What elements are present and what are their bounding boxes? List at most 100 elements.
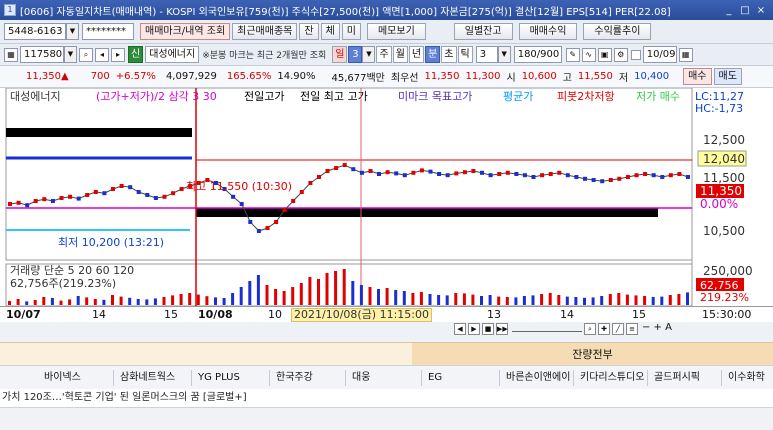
- price-candle: [411, 170, 416, 175]
- date-input[interactable]: 10/09: [642, 46, 677, 63]
- best-bid: 11,300: [465, 71, 501, 82]
- price-candle: [239, 202, 244, 206]
- volume-bar: [514, 297, 518, 305]
- count-input[interactable]: 180/900: [513, 46, 562, 63]
- sell-button[interactable]: 매도: [713, 68, 742, 85]
- prev-next-icon[interactable]: ▸: [111, 47, 125, 62]
- scroll-last-icon[interactable]: ▶▶: [496, 323, 508, 335]
- zoom-slider[interactable]: [512, 326, 582, 332]
- trade-profit-button[interactable]: 매매수익: [518, 23, 578, 40]
- date-checkbox[interactable]: [630, 49, 641, 60]
- period-dropdown-icon[interactable]: ▼: [362, 46, 376, 63]
- trade-mark-button[interactable]: 매매마크/내역 조회: [140, 23, 231, 40]
- quote-bar: 11,350▲ 700 +6.57% 4,097,929 165.65% 14.…: [0, 66, 773, 88]
- zoom-controls[interactable]: − + A: [642, 323, 672, 335]
- scroll-first-icon[interactable]: ◀: [454, 323, 466, 335]
- chart-area[interactable]: 대성에너지 (고가+저가)/2 삼각 3 30 전일고가 전일 최고 고가 미마…: [0, 87, 773, 322]
- code-input[interactable]: 117580: [20, 46, 64, 63]
- period-day-num[interactable]: 3: [348, 46, 363, 63]
- period-tick[interactable]: 틱: [457, 46, 473, 63]
- draw-icon[interactable]: ∿: [581, 47, 596, 62]
- volume-bar: [368, 287, 372, 305]
- close-icon[interactable]: ×: [755, 5, 767, 16]
- price-candle: [308, 181, 313, 185]
- stop-icon[interactable]: ■: [482, 323, 494, 335]
- ticker-item[interactable]: 대웅: [348, 370, 422, 386]
- account-input[interactable]: 5448-6163: [4, 23, 66, 40]
- ticker-item[interactable]: 바이넥스: [40, 370, 114, 386]
- balance-button[interactable]: 잔: [299, 23, 319, 40]
- price-candle: [68, 194, 73, 199]
- balance-tab[interactable]: 잔량전부: [412, 343, 773, 366]
- price-candle: [342, 163, 347, 167]
- period-second[interactable]: 초: [441, 46, 457, 63]
- price-candle: [274, 220, 279, 224]
- crosshair-icon[interactable]: ✚: [598, 323, 610, 335]
- volume-bar: [488, 295, 492, 305]
- draw-line-icon[interactable]: ╱: [612, 323, 624, 335]
- zoom-icon[interactable]: ⌕: [584, 323, 596, 335]
- tool-icon[interactable]: ✎: [565, 47, 580, 62]
- ticker-item[interactable]: 바른손이앤에이: [502, 370, 574, 386]
- y-tick-10500: 10,500: [703, 224, 745, 238]
- ticker-item[interactable]: 키다리스튜디오: [576, 370, 648, 386]
- speaker-icon[interactable]: ◂: [95, 47, 109, 62]
- price-candle: [256, 229, 261, 233]
- price-candle: [93, 190, 98, 194]
- volume-bar: [668, 295, 672, 305]
- period-minute[interactable]: 분: [425, 46, 441, 63]
- period-year[interactable]: 년: [408, 46, 425, 63]
- contract-button[interactable]: 체: [320, 23, 340, 40]
- price-chart[interactable]: 대성에너지 (고가+저가)/2 삼각 3 30 전일고가 전일 최고 고가 미마…: [0, 87, 773, 307]
- password-input[interactable]: ********: [82, 23, 134, 40]
- volume-bar: [574, 297, 578, 305]
- save-icon[interactable]: ▣: [597, 47, 612, 62]
- support-band: [196, 208, 658, 217]
- interval-input[interactable]: 3: [475, 46, 498, 63]
- volume: 4,097,929: [165, 71, 217, 82]
- interval-dropdown-icon[interactable]: ▼: [497, 46, 511, 63]
- maximize-icon[interactable]: □: [739, 5, 751, 16]
- price-candle: [462, 170, 467, 175]
- calendar-icon[interactable]: ▦: [678, 47, 693, 62]
- minimize-icon[interactable]: _: [723, 5, 735, 16]
- code-dropdown-icon[interactable]: ▼: [64, 46, 77, 63]
- period-week[interactable]: 주: [376, 46, 392, 63]
- price-candle: [153, 196, 158, 200]
- volume-bar: [377, 289, 380, 305]
- ticker-item[interactable]: 골드퍼시픽: [650, 370, 722, 386]
- account-dropdown-icon[interactable]: ▼: [66, 23, 79, 40]
- chart-icon[interactable]: ▦: [4, 47, 18, 62]
- buy-button[interactable]: 매수: [683, 68, 712, 85]
- price-candle: [643, 172, 648, 176]
- hc-label: HC:-1,73: [695, 102, 743, 115]
- price-candle: [419, 168, 424, 173]
- settings-icon[interactable]: ⚙: [613, 47, 628, 62]
- volume-bar: [111, 295, 114, 305]
- price-candle: [505, 170, 510, 175]
- news-headline[interactable]: 가치 120조…'혁토콘 기업' 된 일론머스크의 꿈 [글로벌+]: [0, 389, 773, 407]
- ticker-item[interactable]: 한국주강: [272, 370, 346, 386]
- unfilled-button[interactable]: 미: [341, 23, 361, 40]
- volume-bar: [16, 299, 20, 305]
- ticker-item[interactable]: 삼화네트웍스: [116, 370, 192, 386]
- search-icon[interactable]: ⌕: [79, 47, 93, 62]
- ticker-item[interactable]: YG PLUS: [194, 370, 270, 386]
- daily-balance-button[interactable]: 일별잔고: [453, 23, 513, 40]
- period-month[interactable]: 월: [392, 46, 408, 63]
- return-trend-button[interactable]: 수익률추이: [583, 23, 652, 40]
- fibo-icon[interactable]: ≡: [626, 323, 638, 335]
- memo-button[interactable]: 메모보기: [366, 23, 426, 40]
- account-toolbar: 5448-6163 ▼ ******** 매매마크/내역 조회 최근매매종목 잔…: [0, 20, 773, 44]
- period-day[interactable]: 일: [332, 46, 348, 63]
- price-label: 11,350: [700, 184, 742, 198]
- volume-bar: [8, 301, 11, 305]
- volume-bar: [68, 299, 72, 305]
- ticker-item[interactable]: EG: [424, 370, 500, 386]
- ticker-item[interactable]: 이수화학: [724, 370, 773, 386]
- volume-bar: [128, 297, 132, 305]
- recent-trades-button[interactable]: 최근매매종목: [232, 23, 298, 40]
- scroll-prev-icon[interactable]: ▶: [468, 323, 480, 335]
- volume-bar: [385, 288, 389, 305]
- volume-bar: [548, 293, 552, 305]
